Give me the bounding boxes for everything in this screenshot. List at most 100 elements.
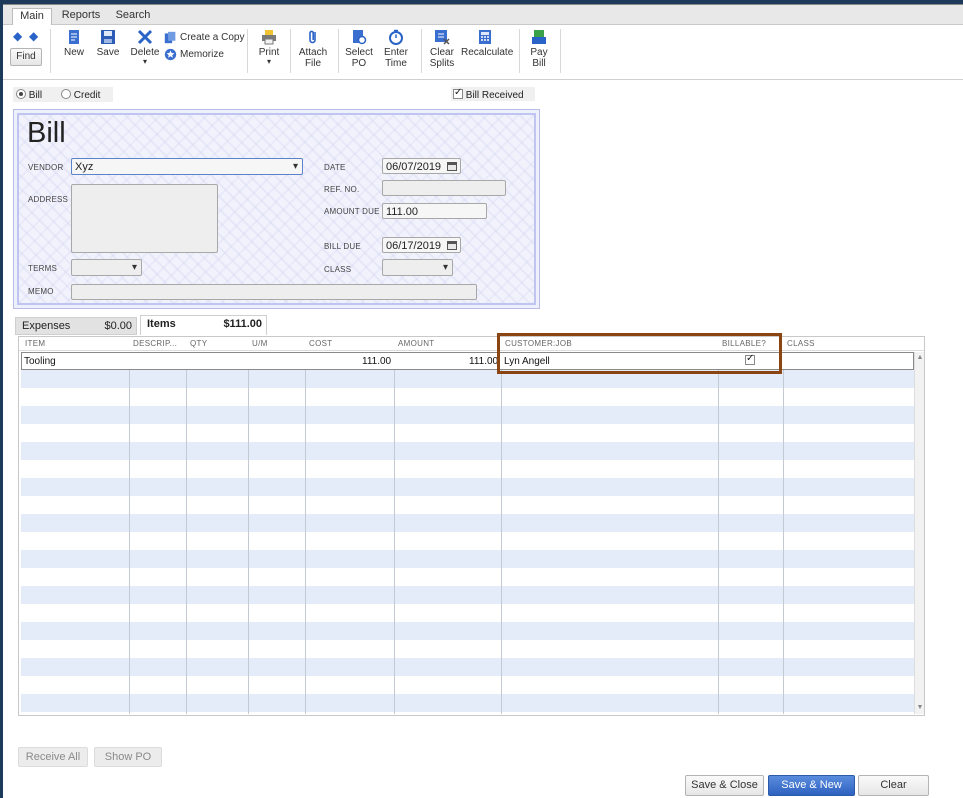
file-label: File (304, 58, 322, 69)
ribbon-tabs: Main Reports Search (3, 5, 963, 25)
save-new-button[interactable]: Save & New (768, 775, 855, 796)
terms-label: TERMS (28, 264, 57, 273)
amount-due-label: AMOUNT DUE (324, 207, 380, 216)
select-po-icon (353, 30, 367, 45)
memorize-button[interactable]: Memorize (164, 48, 224, 61)
copy-icon (164, 31, 176, 44)
pay-bill-button[interactable]: Pay Bill (526, 29, 552, 69)
memo-field[interactable] (71, 284, 477, 300)
next-arrow-icon[interactable]: ◆ (29, 29, 38, 43)
chevron-down-icon: ▾ (266, 57, 271, 66)
print-button[interactable]: Print ▾ (256, 29, 282, 66)
new-document-icon (69, 30, 79, 44)
grid-header: ITEM DESCRIP... QTY U/M COST AMOUNT CUST… (19, 337, 924, 351)
show-po-button[interactable]: Show PO (94, 747, 162, 767)
recalculate-label: Recalculate (461, 47, 514, 58)
select-po-button[interactable]: Select PO (343, 29, 375, 69)
amount-due-field[interactable]: 111.00 (382, 203, 487, 219)
receive-all-button[interactable]: Receive All (18, 747, 88, 767)
bill-radio[interactable]: Bill (16, 89, 42, 101)
items-grid: ITEM DESCRIP... QTY U/M COST AMOUNT CUST… (18, 336, 925, 716)
recalculate-button[interactable]: Recalculate (461, 29, 513, 58)
date-field[interactable]: 06/07/2019 (382, 158, 461, 174)
credit-radio[interactable]: Credit (61, 89, 100, 101)
header-cost[interactable]: COST (309, 339, 332, 348)
vendor-label: VENDOR (28, 163, 64, 172)
pay-label: Pay (530, 47, 548, 58)
cost-cell[interactable]: 111.00 (362, 356, 391, 367)
tab-expenses[interactable]: Expenses $0.00 (15, 317, 137, 335)
bill-card-inner: Bill VENDOR Xyz ADDRESS TERMS MEMO DATE … (17, 113, 536, 305)
clear-splits-button[interactable]: Clear Splits (427, 29, 457, 69)
page-title: Bill (27, 117, 66, 149)
new-button[interactable]: New (61, 29, 87, 58)
enter-time-button[interactable]: Enter Time (381, 29, 411, 69)
grid-body: Tooling 111.00 111.00 Lyn Angell (21, 352, 914, 714)
class-dropdown[interactable] (382, 259, 453, 276)
vendor-field[interactable]: Xyz (71, 158, 303, 175)
save-close-button[interactable]: Save & Close (685, 775, 764, 796)
calendar-icon[interactable] (447, 162, 457, 171)
printer-icon (262, 30, 276, 45)
attach-file-button[interactable]: Attach File (297, 29, 329, 69)
bill-window: Main Reports Search ◆ ◆ Find New Save De… (3, 4, 963, 798)
header-qty[interactable]: QTY (190, 339, 207, 348)
memorize-label: Memorize (180, 49, 224, 60)
tab-items[interactable]: Items $111.00 (140, 315, 267, 335)
create-copy-button[interactable]: Create a Copy (164, 31, 244, 44)
header-amount[interactable]: AMOUNT (398, 339, 434, 348)
vendor-value: Xyz (75, 161, 94, 173)
grid-scrollbar[interactable]: ▲ ▼ (914, 352, 924, 714)
terms-dropdown[interactable] (71, 259, 142, 276)
find-button[interactable]: Find (10, 48, 42, 66)
bill-received-checkbox[interactable]: Bill Received (451, 87, 535, 101)
clear-splits-icon (435, 30, 450, 45)
toolbar: ◆ ◆ Find New Save Delete ▾ Create a Copy… (3, 25, 963, 80)
checkbox-checked-icon (453, 87, 463, 99)
item-cell[interactable]: Tooling (24, 356, 56, 367)
bill-label: Bill (532, 58, 546, 69)
memorize-star-icon (164, 48, 177, 61)
amount-cell[interactable]: 111.00 (469, 356, 498, 367)
tab-reports[interactable]: Reports (59, 8, 103, 25)
attach-label: Attach (298, 47, 328, 58)
prev-arrow-icon[interactable]: ◆ (13, 29, 22, 43)
splits-label: Splits (429, 58, 455, 69)
tab-search[interactable]: Search (113, 8, 153, 25)
ref-no-field[interactable] (382, 180, 506, 196)
date-label: DATE (324, 163, 346, 172)
date-value: 06/07/2019 (386, 161, 442, 173)
tab-main[interactable]: Main (12, 8, 52, 25)
bill-credit-toggle: Bill Credit (13, 87, 113, 102)
enter-label: Enter (384, 47, 408, 58)
highlight-box (497, 333, 782, 374)
delete-x-icon (137, 29, 153, 45)
scroll-up-icon[interactable]: ▲ (915, 353, 925, 363)
time-label: Time (385, 58, 407, 69)
radio-unselected-icon (61, 89, 71, 99)
stopwatch-icon (389, 29, 403, 45)
create-copy-label: Create a Copy (180, 32, 245, 43)
clear-label: Clear (430, 47, 454, 58)
header-item[interactable]: ITEM (25, 339, 45, 348)
bill-due-field[interactable]: 06/17/2019 (382, 237, 461, 253)
bill-card: Bill VENDOR Xyz ADDRESS TERMS MEMO DATE … (13, 109, 540, 309)
amount-due-value: 111.00 (386, 206, 419, 218)
class-label: CLASS (324, 265, 352, 274)
delete-button[interactable]: Delete ▾ (129, 29, 161, 66)
items-amount: $111.00 (223, 318, 262, 330)
address-field[interactable] (71, 184, 218, 253)
header-class[interactable]: CLASS (787, 339, 815, 348)
bill-due-label: BILL DUE (324, 242, 361, 251)
new-label: New (63, 47, 84, 58)
floppy-disk-icon (101, 30, 115, 44)
save-button[interactable]: Save (94, 29, 122, 58)
clear-button[interactable]: Clear (858, 775, 929, 796)
header-description[interactable]: DESCRIP... (133, 339, 177, 348)
header-um[interactable]: U/M (252, 339, 268, 348)
radio-selected-icon (16, 89, 26, 99)
calendar-icon[interactable] (447, 241, 457, 250)
items-tab-label: Items (147, 318, 176, 330)
chevron-down-icon: ▾ (142, 57, 147, 66)
scroll-down-icon[interactable]: ▼ (915, 703, 925, 713)
